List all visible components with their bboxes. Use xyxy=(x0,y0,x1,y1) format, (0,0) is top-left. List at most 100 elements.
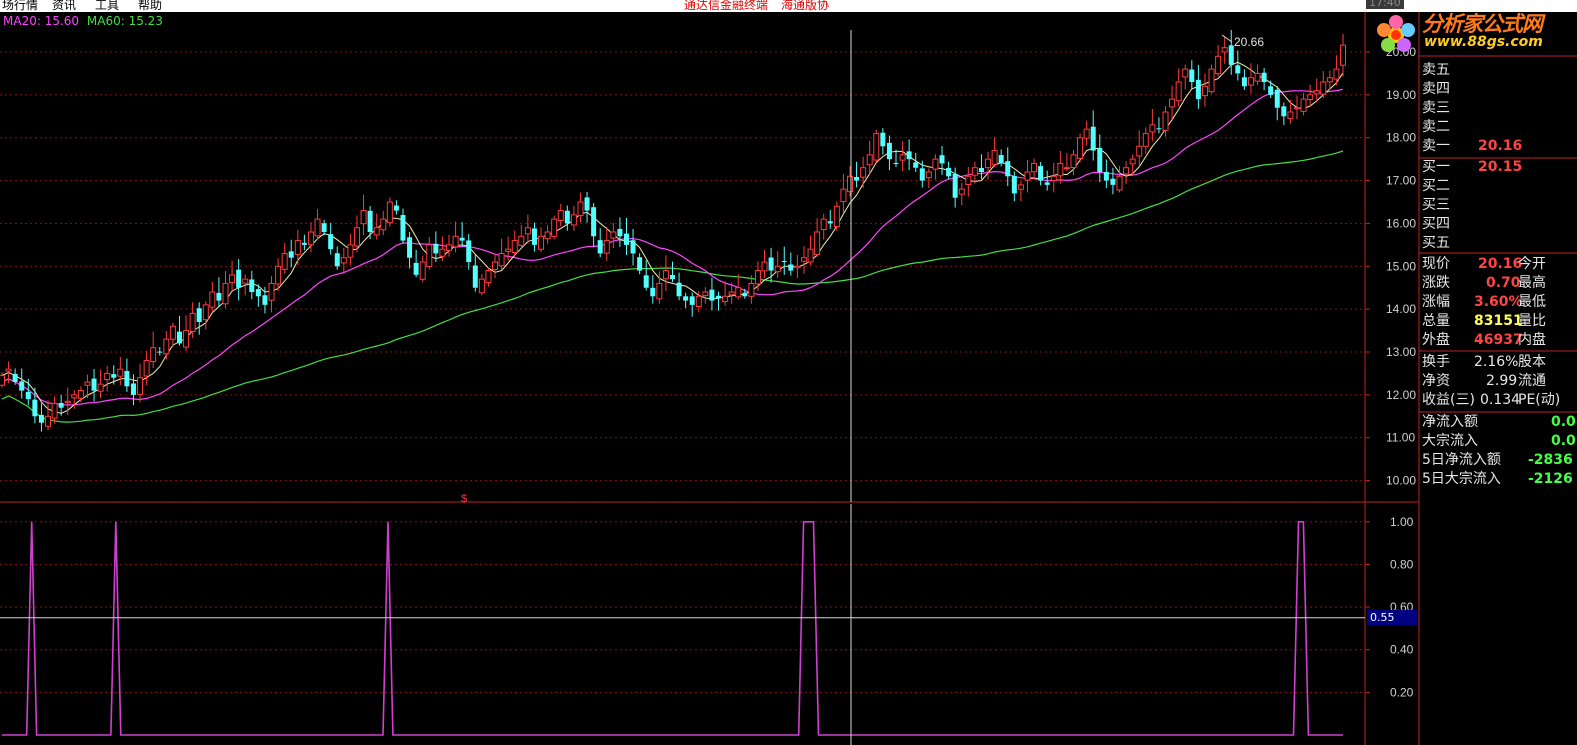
candle-body xyxy=(1293,107,1300,110)
menu-market[interactable]: 场行情 xyxy=(2,0,38,12)
candle-body xyxy=(222,282,229,305)
candle-body xyxy=(189,312,196,332)
candle-body xyxy=(275,265,282,285)
candle-body xyxy=(676,282,682,297)
candle-body xyxy=(1228,45,1234,65)
chart-area[interactable]: 20.0019.0018.0017.0016.0015.0014.0013.00… xyxy=(0,12,1577,745)
candle-body xyxy=(511,240,518,254)
price-tick-label: 18.00 xyxy=(1386,131,1416,145)
candle-body xyxy=(551,218,558,237)
sell3-label: 卖三 xyxy=(1422,100,1450,116)
block-inflow-5d-label: 5日大宗流入 xyxy=(1422,471,1501,487)
candle-body xyxy=(716,295,722,299)
candle-body xyxy=(413,262,419,275)
candle-body xyxy=(485,270,492,283)
candle-body xyxy=(893,162,899,164)
candle-body xyxy=(242,278,249,284)
clock-display: 17:40 xyxy=(1366,0,1404,9)
candle-body xyxy=(1050,175,1057,181)
buy2-label: 买二 xyxy=(1422,178,1450,194)
candle-body xyxy=(1313,90,1320,95)
candle-body xyxy=(846,175,853,193)
candle-body xyxy=(498,252,505,267)
menu-help[interactable]: 帮助 xyxy=(138,0,162,12)
candle-body xyxy=(97,383,104,392)
indicator-legend: MA20: 15.60 MA60: 15.23 xyxy=(3,14,163,28)
candle-body xyxy=(906,151,912,160)
candle-body xyxy=(1110,178,1116,185)
candle-body xyxy=(1011,176,1017,194)
price-tick-label: 14.00 xyxy=(1386,302,1416,316)
panel-frame xyxy=(0,12,1577,745)
candle-body xyxy=(1149,124,1156,133)
candle-body xyxy=(854,177,860,181)
ma20-path xyxy=(1,88,1344,406)
inner-volume-label: 内盘 xyxy=(1518,332,1546,348)
candle-body xyxy=(722,295,729,303)
candle-body xyxy=(886,142,892,160)
sell4-label: 卖四 xyxy=(1422,81,1450,97)
candle-body xyxy=(1189,69,1195,82)
peak-arrow xyxy=(1221,34,1233,43)
candle-body xyxy=(1287,111,1294,119)
menu-news[interactable]: 资讯 xyxy=(52,0,76,12)
candle-body xyxy=(597,240,603,254)
candle-body xyxy=(794,265,801,269)
candle-body xyxy=(71,394,78,399)
candle-body xyxy=(328,234,334,250)
change-pct-value: 3.60% xyxy=(1474,294,1523,310)
price-value: 20.16 xyxy=(1478,256,1523,272)
pe-label: PE(动) xyxy=(1518,392,1561,408)
candle-body xyxy=(820,218,827,231)
menu-bar: 场行情 资讯 工具 帮助 通达信金融终端 海通版协 17:40 xyxy=(0,0,1577,12)
candle-body xyxy=(1208,68,1215,93)
price-tick-label: 10.00 xyxy=(1386,474,1416,488)
candle-body xyxy=(656,282,663,300)
candle-body xyxy=(531,228,537,245)
candle-body xyxy=(1129,158,1136,165)
candle-body xyxy=(1077,137,1084,159)
brand-logo: 分析家公式网 www.88gs.com xyxy=(1368,12,1577,56)
candle-body xyxy=(735,287,742,298)
candle-body xyxy=(557,210,564,221)
buy5-label: 买五 xyxy=(1422,235,1450,251)
candle-body xyxy=(577,201,584,216)
signal-path xyxy=(2,521,1343,736)
candle-body xyxy=(84,381,91,386)
candle-body xyxy=(38,414,44,423)
candle-body xyxy=(518,235,525,246)
candle-body xyxy=(1005,161,1011,177)
promo-edition-link[interactable]: 海通版协 xyxy=(781,0,829,12)
buy4-label: 买四 xyxy=(1422,216,1450,232)
net-inflow-value: 0.0 xyxy=(1551,414,1576,430)
ma5-path xyxy=(1,61,1344,414)
block-inflow-5d-value: -2126 xyxy=(1528,471,1573,487)
candle-body xyxy=(709,289,715,301)
candle-body xyxy=(1241,77,1247,87)
net-asset-value: 2.99 xyxy=(1486,373,1518,389)
promo-terminal-link[interactable]: 通达信金融终端 xyxy=(684,0,768,12)
candle-body xyxy=(1195,79,1201,100)
menu-tools[interactable]: 工具 xyxy=(95,0,119,12)
candle-body xyxy=(104,372,111,381)
candle-body xyxy=(670,275,675,280)
volume-value: 83151 xyxy=(1474,313,1523,329)
cursor-value-readout: 0.55 xyxy=(1367,609,1417,625)
candle-body xyxy=(643,275,649,288)
candle-body xyxy=(702,291,709,297)
candle-body xyxy=(958,188,965,195)
candle-body xyxy=(439,248,446,257)
candle-body xyxy=(584,197,590,211)
change-pct-label: 涨幅 xyxy=(1422,294,1450,310)
flower-icon xyxy=(1377,15,1415,52)
outer-volume-value: 46937 xyxy=(1474,332,1523,348)
candle-body xyxy=(1221,47,1228,53)
candle-body xyxy=(25,391,31,400)
candle-body xyxy=(32,399,38,417)
candle-body xyxy=(1326,77,1333,83)
candle-body xyxy=(176,331,182,344)
candle-body xyxy=(650,287,656,297)
candle-body xyxy=(58,403,64,408)
candle-body xyxy=(1017,184,1024,190)
candle-body xyxy=(314,218,321,237)
